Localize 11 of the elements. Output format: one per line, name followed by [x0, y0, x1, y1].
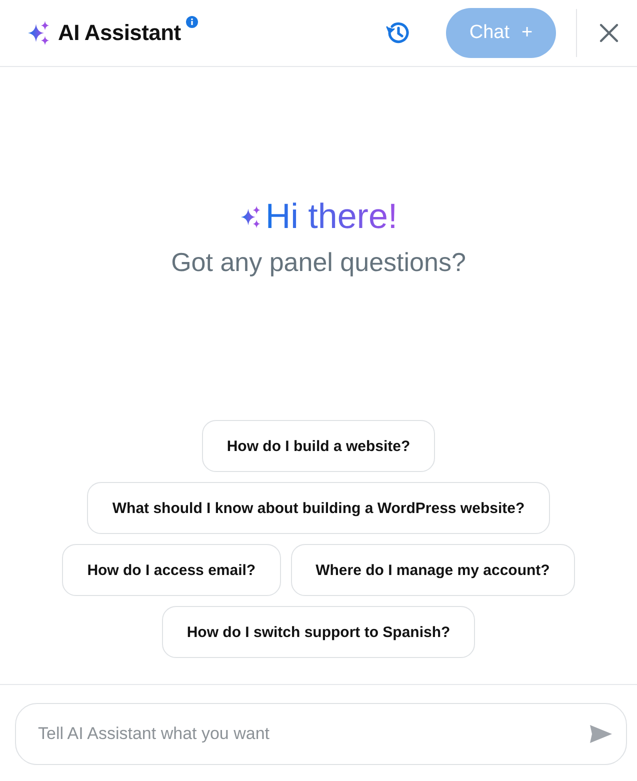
message-field[interactable]: Tell AI Assistant what you want [15, 703, 627, 765]
suggestion-chip[interactable]: What should I know about building a WordPress website? [87, 482, 550, 534]
suggestion-chip[interactable]: How do I switch support to Spanish? [162, 606, 476, 658]
close-button[interactable] [599, 23, 619, 43]
suggestion-chip[interactable]: How do I access email? [62, 544, 281, 596]
greeting-subtitle: Got any panel questions? [171, 247, 466, 278]
panel-title: AI Assistant [58, 20, 181, 46]
send-button[interactable] [589, 724, 613, 744]
suggestion-chip[interactable]: Where do I manage my account? [290, 544, 575, 596]
suggestion-chip[interactable]: How do I build a website? [202, 420, 436, 472]
info-icon[interactable] [186, 16, 198, 28]
